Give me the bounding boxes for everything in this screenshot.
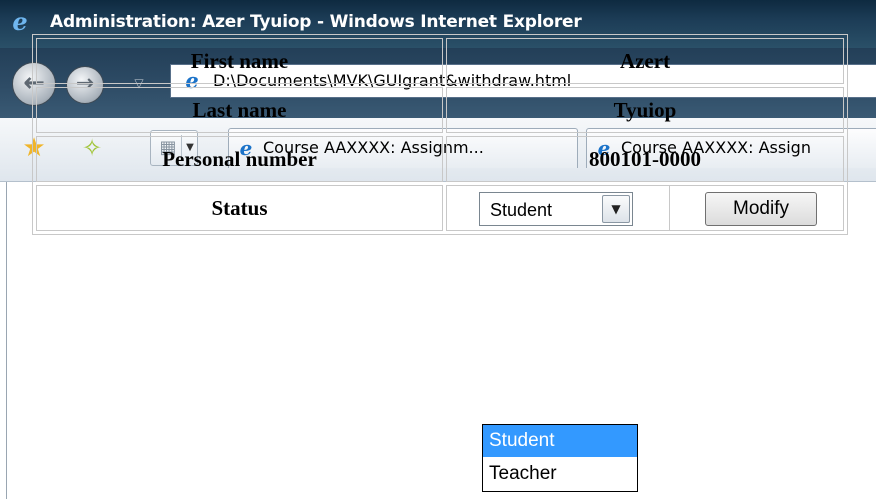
user-info-table: First name Azert Last name Tyuiop Person…	[32, 34, 848, 235]
status-dropdown-list: Student Teacher	[482, 424, 638, 492]
status-option-student[interactable]: Student	[483, 425, 637, 457]
table-row: Personal number 800101-0000	[36, 136, 844, 182]
table-row: Status Student ▼ Modify	[36, 185, 844, 231]
table-row: Last name Tyuiop	[36, 87, 844, 133]
internet-explorer-icon: e	[12, 7, 28, 36]
personal-number-value: 800101-0000	[446, 136, 844, 182]
window-title: Administration: Azer Tyuiop - Windows In…	[50, 12, 582, 32]
table-row: First name Azert	[36, 38, 844, 84]
divider	[669, 186, 670, 230]
status-selected-value: Student	[490, 200, 553, 220]
status-cell: Student ▼ Modify	[446, 185, 844, 231]
status-option-teacher[interactable]: Teacher	[483, 458, 637, 490]
personal-number-label: Personal number	[36, 136, 443, 182]
first-name-value: Azert	[446, 38, 844, 84]
chevron-down-icon[interactable]: ▼	[602, 195, 630, 223]
content-frame-edge	[6, 182, 7, 499]
first-name-label: First name	[36, 38, 443, 84]
last-name-label: Last name	[36, 87, 443, 133]
status-select[interactable]: Student ▼	[479, 192, 633, 226]
status-label: Status	[36, 185, 443, 231]
last-name-value: Tyuiop	[446, 87, 844, 133]
modify-button[interactable]: Modify	[705, 192, 817, 226]
